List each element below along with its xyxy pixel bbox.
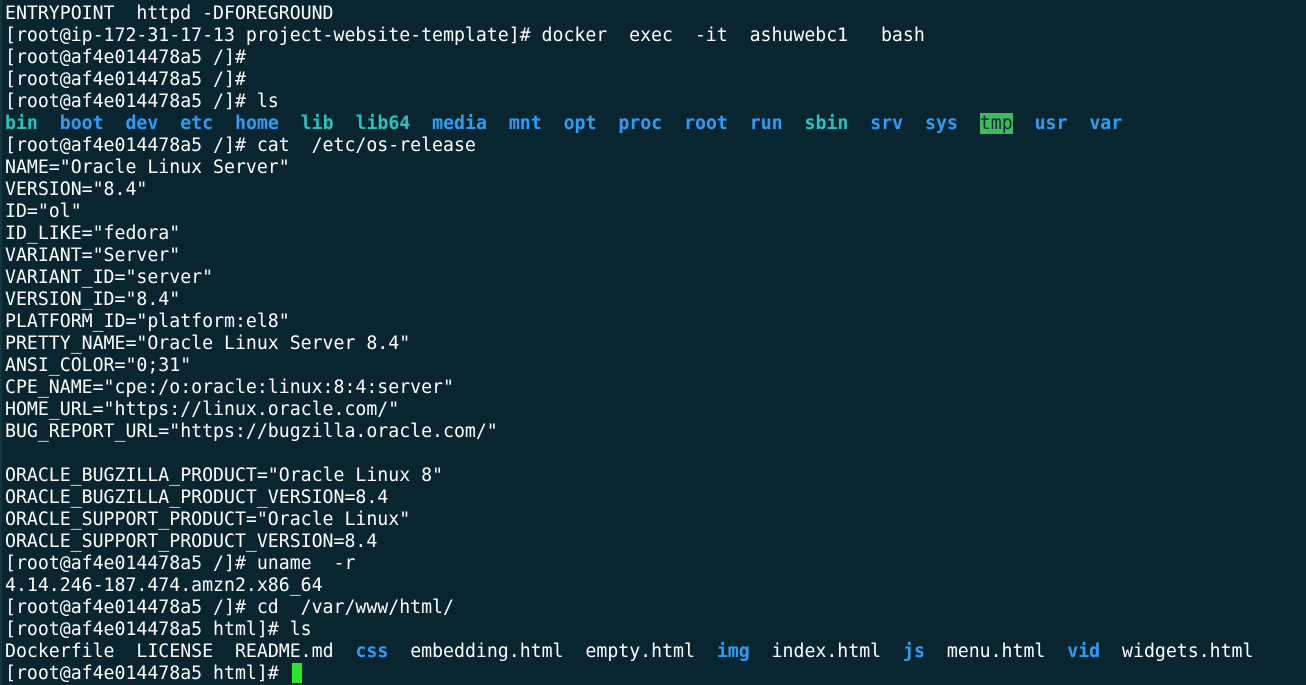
os-release-line: VARIANT="Server" xyxy=(5,245,181,266)
listing-entry: bin xyxy=(5,113,38,134)
listing-entry: widgets.html xyxy=(1122,641,1254,662)
listing-entry: css xyxy=(355,641,389,662)
terminal-line: [root@af4e014478a5 /]# uname -r xyxy=(5,553,356,574)
prompt-line[interactable]: [root@af4e014478a5 html]# xyxy=(0,663,1306,685)
os-release-line: VARIANT_ID="server" xyxy=(5,267,214,288)
listing-entry: sbin xyxy=(804,113,849,134)
listing-entry: LICENSE xyxy=(136,641,214,662)
terminal-line: [root@ip-172-31-17-13 project-website-te… xyxy=(5,25,925,46)
listing-entry: var xyxy=(1089,113,1123,134)
prompt-text: [root@af4e014478a5 html]# xyxy=(5,663,290,684)
listing-entry: sys xyxy=(925,113,958,134)
listing-entry: boot xyxy=(59,113,104,134)
listing-entry: tmp xyxy=(979,113,1013,134)
os-release-line: ANSI_COLOR="0;31" xyxy=(5,355,192,376)
listing-entry: index.html xyxy=(771,641,882,662)
terminal-line: [root@af4e014478a5 /]# cat /etc/os-relea… xyxy=(5,135,476,156)
terminal-line: 4.14.246-187.474.amzn2.x86_64 xyxy=(5,575,323,596)
os-release-line: ID_LIKE="fedora" xyxy=(5,223,181,244)
listing-entry: empty.html xyxy=(585,641,695,662)
os-release-line: BUG_REPORT_URL="https://bugzilla.oracle.… xyxy=(5,421,498,442)
terminal-line: [root@af4e014478a5 /]# ls xyxy=(5,91,279,112)
listing-entry: vid xyxy=(1067,641,1101,662)
oracle-info-line: ORACLE_BUGZILLA_PRODUCT_VERSION=8.4 xyxy=(5,487,389,508)
listing-entry: run xyxy=(749,113,783,134)
os-release-line: PRETTY_NAME="Oracle Linux Server 8.4" xyxy=(5,333,411,354)
os-release-line: ID="ol" xyxy=(5,201,82,222)
terminal-line: ENTRYPOINT httpd -DFOREGROUND xyxy=(5,3,334,24)
os-release-line: VERSION="8.4" xyxy=(5,179,148,200)
listing-entry: Dockerfile xyxy=(5,641,115,662)
listing-entry: mnt xyxy=(508,113,542,134)
os-release-line: VERSION_ID="8.4" xyxy=(5,289,181,310)
terminal-line: [root@af4e014478a5 html]# ls xyxy=(5,619,312,640)
listing-entry: README.md xyxy=(234,641,334,662)
os-release-line: PLATFORM_ID="platform:el8" xyxy=(5,311,290,332)
listing-entry: img xyxy=(716,641,750,662)
listing-entry: srv xyxy=(870,113,904,134)
listing-entry: proc xyxy=(618,113,663,134)
listing-entry: opt xyxy=(563,113,597,134)
os-release-line: CPE_NAME="cpe:/o:oracle:linux:8:4:server… xyxy=(5,377,454,398)
listing-entry: lib xyxy=(300,113,334,134)
os-release-line: HOME_URL="https://linux.oracle.com/" xyxy=(5,399,400,420)
listing-entry: etc xyxy=(180,113,214,134)
os-release-line: NAME="Oracle Linux Server" xyxy=(5,157,290,178)
terminal-line: [root@af4e014478a5 /]# xyxy=(5,47,246,68)
oracle-info-line: ORACLE_SUPPORT_PRODUCT_VERSION=8.4 xyxy=(5,531,378,552)
listing-entry: embedding.html xyxy=(410,641,564,662)
listing-entry: root xyxy=(684,113,728,134)
terminal-output[interactable]: ENTRYPOINT httpd -DFOREGROUND [root@ip-1… xyxy=(0,3,1306,685)
root-directory-listing: bin boot dev etc home lib lib64 media mn… xyxy=(0,113,1306,135)
listing-entry: usr xyxy=(1034,113,1068,134)
oracle-info-line: ORACLE_BUGZILLA_PRODUCT="Oracle Linux 8" xyxy=(5,465,443,486)
terminal-line: [root@af4e014478a5 /]# xyxy=(5,69,246,90)
terminal-line: [root@af4e014478a5 /]# cd /var/www/html/ xyxy=(5,597,454,618)
listing-entry: home xyxy=(235,113,279,134)
oracle-info-line: ORACLE_SUPPORT_PRODUCT="Oracle Linux" xyxy=(5,509,411,530)
cursor-block xyxy=(291,663,302,683)
listing-entry: js xyxy=(903,641,925,662)
listing-entry: menu.html xyxy=(946,641,1046,662)
listing-entry: dev xyxy=(125,113,159,134)
listing-entry: lib64 xyxy=(355,113,411,134)
html-directory-listing: Dockerfile LICENSE README.md css embeddi… xyxy=(0,641,1306,663)
listing-entry: media xyxy=(432,113,487,134)
